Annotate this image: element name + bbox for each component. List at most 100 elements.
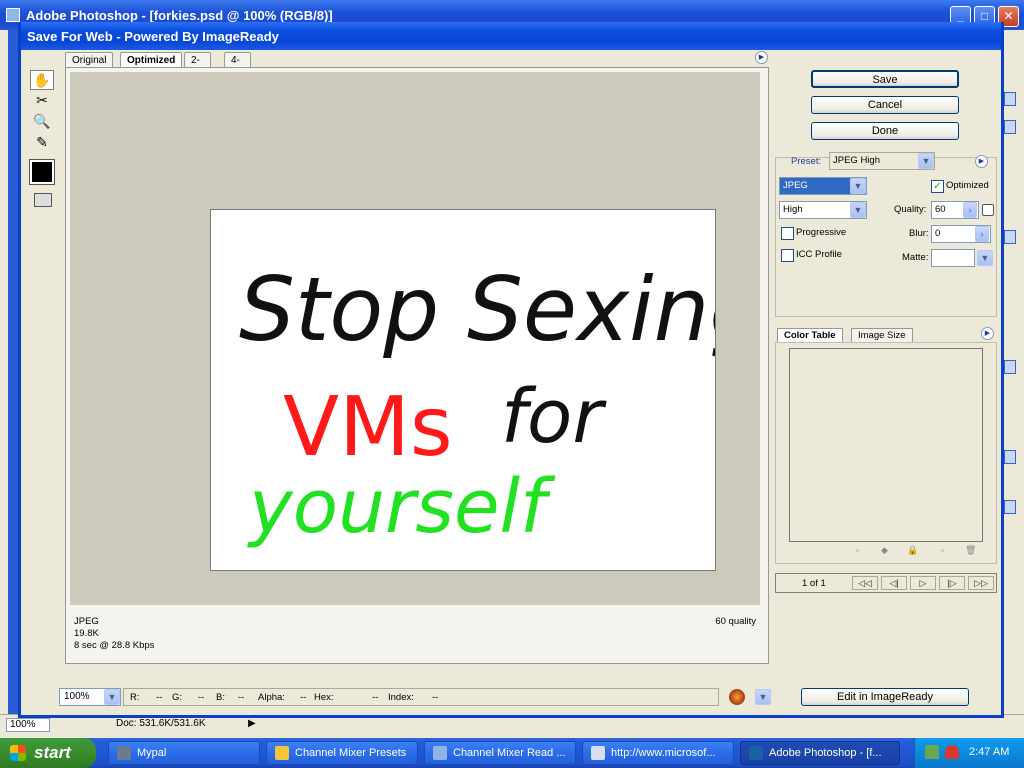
zoom-tool-icon[interactable]: 🔍 (30, 112, 54, 132)
security-shield-icon[interactable] (945, 745, 959, 759)
new-color-icon[interactable]: ▫ (937, 545, 948, 556)
slice-select-tool-icon[interactable]: ✂ (30, 91, 54, 111)
image-line-1: Stop Sexing (239, 258, 715, 361)
icc-profile-label: ICC Profile (796, 249, 842, 260)
preview-canvas[interactable]: Stop Sexing VMs for yourself (70, 72, 760, 605)
preset-dropdown-icon[interactable]: ▼ (918, 153, 934, 169)
windows-taskbar: start Mypal Channel Mixer Presets Channe… (0, 738, 1024, 768)
preview-in-browser-icon[interactable] (729, 689, 745, 705)
icc-profile-checkbox[interactable] (781, 249, 794, 262)
task-label: http://www.microsof... (611, 747, 716, 759)
readout-b-value: -- (238, 692, 245, 703)
palette-button[interactable] (1004, 120, 1016, 134)
save-for-web-dialog: Save For Web - Powered By ImageReady ✋ ✂… (18, 22, 1004, 718)
hand-tool-icon[interactable]: ✋ (30, 70, 54, 90)
blur-label: Blur: (909, 228, 929, 239)
clock[interactable]: 2:47 AM (969, 746, 1009, 758)
zoom-dropdown-icon[interactable]: ▼ (104, 689, 120, 705)
edit-in-imageready-button[interactable]: Edit in ImageReady (801, 688, 969, 706)
tab-original[interactable]: Original (65, 52, 114, 68)
task-channel-mixer-presets[interactable]: Channel Mixer Presets (266, 741, 418, 765)
info-size: 19.8K (74, 628, 99, 639)
palette-button[interactable] (1004, 500, 1016, 514)
previous-frame-icon[interactable]: ◁| (881, 576, 907, 590)
map-color-icon[interactable]: ▫ (852, 545, 863, 556)
eyedropper-color-swatch[interactable] (29, 159, 55, 185)
quality-level-dropdown-icon[interactable]: ▼ (850, 202, 866, 218)
palette-button[interactable] (1004, 92, 1016, 106)
animation-bar: 1 of 1 ◁◁ ◁| ▷ |▷ ▷▷ (775, 573, 997, 593)
web-shift-icon[interactable]: ◆ (879, 545, 890, 556)
pixel-readout: R: -- G: -- B: -- Alpha: -- Hex: -- Inde… (123, 688, 719, 706)
matte-swatch[interactable] (931, 249, 975, 267)
readout-g-label: G: (172, 692, 183, 703)
optimized-label: Optimized (946, 180, 989, 191)
blur-slider-icon[interactable]: › (975, 226, 989, 242)
optimize-menu-icon[interactable]: ▶ (975, 155, 988, 168)
play-icon[interactable]: ▷ (910, 576, 936, 590)
doc-size-readout: Doc: 531.6K/531.6K (116, 718, 206, 729)
quality-mask-icon[interactable] (982, 204, 994, 216)
handwritten-image: Stop Sexing VMs for yourself (239, 258, 715, 550)
tab-color-table[interactable]: Color Table (777, 328, 843, 343)
palette-button[interactable] (1004, 450, 1016, 464)
task-mypal[interactable]: Mypal (108, 741, 260, 765)
system-tray: 2:47 AM (914, 738, 1024, 768)
browser-icon (591, 746, 605, 760)
tray-app-icon[interactable] (925, 745, 939, 759)
info-format: JPEG (74, 616, 99, 627)
optimized-checkbox[interactable]: ✓ (931, 180, 944, 193)
matte-dropdown-icon[interactable]: ▼ (977, 250, 993, 266)
palette-button[interactable] (1004, 230, 1016, 244)
tab-image-size[interactable]: Image Size (851, 328, 913, 343)
tab-4-up[interactable]: 4-Up (224, 52, 251, 77)
trash-icon[interactable]: 🗑 (965, 545, 976, 556)
readout-alpha-value: -- (300, 692, 307, 703)
browser-dropdown-icon[interactable]: ▼ (755, 689, 771, 705)
format-dropdown-icon[interactable]: ▼ (850, 178, 866, 194)
photoshop-title: Adobe Photoshop - [forkies.psd @ 100% (R… (26, 8, 333, 23)
cancel-button[interactable]: Cancel (811, 96, 959, 114)
readout-g-value: -- (198, 692, 205, 703)
quality-slider-icon[interactable]: › (963, 202, 977, 218)
readout-hex-label: Hex: (314, 692, 334, 703)
color-table-menu-icon[interactable]: ▶ (981, 327, 994, 340)
task-label: Mypal (137, 747, 167, 759)
readout-hex-value: -- (372, 692, 379, 703)
done-button[interactable]: Done (811, 122, 959, 140)
task-label: Channel Mixer Presets (295, 747, 407, 759)
task-adobe-photoshop[interactable]: Adobe Photoshop - [f... (740, 741, 900, 765)
status-menu-arrow-icon[interactable]: ▶ (248, 718, 256, 729)
task-channel-mixer-read[interactable]: Channel Mixer Read ... (424, 741, 576, 765)
photoshop-zoom-field[interactable]: 100% (6, 718, 50, 732)
dialog-title[interactable]: Save For Web - Powered By ImageReady (21, 22, 1001, 50)
start-button[interactable]: start (0, 738, 96, 768)
progressive-checkbox[interactable] (781, 227, 794, 240)
color-table-swatches[interactable] (789, 348, 983, 542)
task-label: Adobe Photoshop - [f... (769, 747, 882, 759)
info-download-time[interactable]: 8 sec @ 28.8 Kbps (74, 640, 154, 651)
readout-alpha-label: Alpha: (258, 692, 285, 703)
tab-2-up[interactable]: 2-Up (184, 52, 211, 77)
first-frame-icon[interactable]: ◁◁ (852, 576, 878, 590)
next-frame-icon[interactable]: |▷ (939, 576, 965, 590)
lock-color-icon[interactable]: 🔒 (907, 545, 918, 556)
readout-r-label: R: (130, 692, 140, 703)
save-button[interactable]: Save (811, 70, 959, 88)
document-icon (433, 746, 447, 760)
readout-b-label: B: (216, 692, 225, 703)
last-frame-icon[interactable]: ▷▷ (968, 576, 994, 590)
progressive-label: Progressive (796, 227, 847, 238)
task-microsoft-url[interactable]: http://www.microsof... (582, 741, 734, 765)
palette-button[interactable] (1004, 360, 1016, 374)
readout-index-value: -- (432, 692, 439, 703)
optimized-info: JPEG 19.8K 8 sec @ 28.8 Kbps 60 quality (70, 608, 760, 660)
task-label: Channel Mixer Read ... (453, 747, 566, 759)
eyedropper-tool-icon[interactable]: ✎ (30, 133, 54, 153)
start-label: start (34, 743, 71, 762)
image-line-3: yourself (247, 464, 556, 550)
toggle-slices-icon[interactable] (34, 193, 52, 207)
readout-index-label: Index: (388, 692, 414, 703)
windows-logo-icon (10, 745, 26, 761)
preview-menu-icon[interactable]: ▶ (755, 51, 768, 64)
